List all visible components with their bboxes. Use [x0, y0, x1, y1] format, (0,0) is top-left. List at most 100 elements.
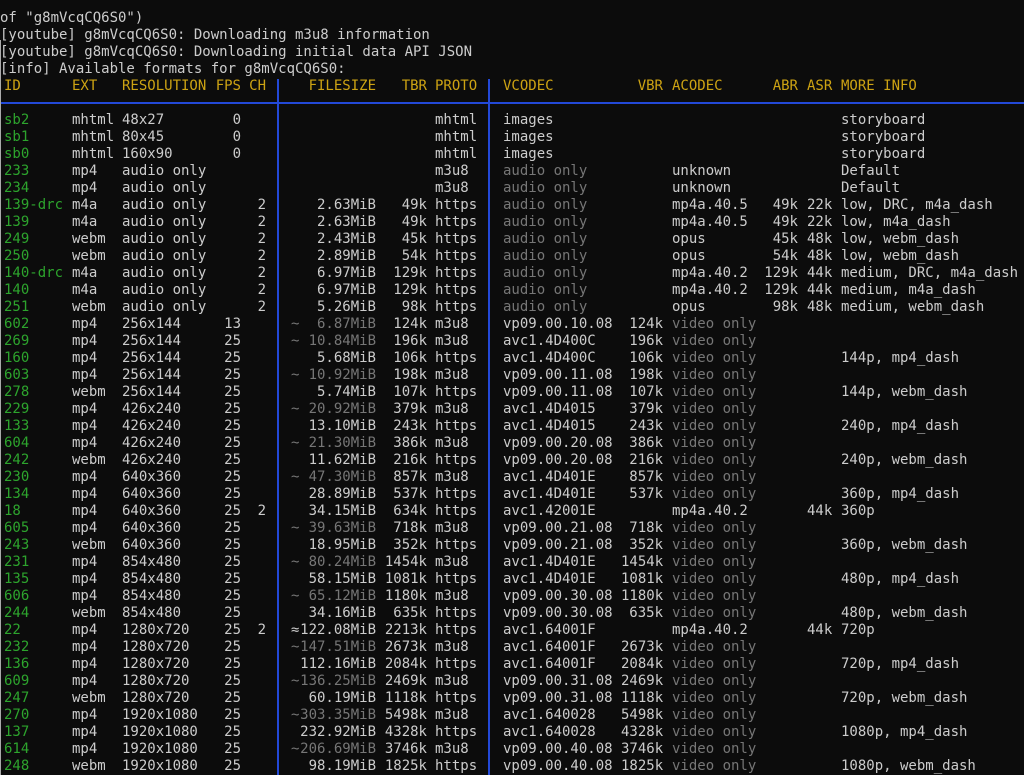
col-fps: 25 — [215, 418, 241, 435]
format-row: 606mp4854x4802565.12MiB~1180km3u8vp09.00… — [0, 588, 1024, 605]
col-id: 231 — [4, 554, 63, 571]
col-ext: webm — [72, 299, 114, 316]
col-more-info: medium, m4a_dash — [841, 282, 1023, 299]
format-row: 243webm640x3602518.95MiB352khttpsvp09.00… — [0, 537, 1024, 554]
format-table-header: IDEXTRESOLUTIONFPSCHFILESIZETBRPROTOVCOD… — [0, 78, 1024, 95]
terminal-log-line: of "g8mVcqCQ6S0") — [0, 10, 1024, 27]
col-id: 609 — [4, 673, 63, 690]
col-ch: 2 — [249, 248, 266, 265]
col-id: 160 — [4, 350, 63, 367]
col-more-info: 720p, mp4_dash — [841, 656, 1023, 673]
col-resolution: audio only — [122, 214, 207, 231]
col-vbr: 857k — [621, 469, 663, 486]
format-row: 614mp41920x108025206.69MiB~3746km3u8vp09… — [0, 741, 1024, 758]
col-id: 602 — [4, 316, 63, 333]
col-vcodec: avc1.4D4015 — [503, 418, 613, 435]
col-id: 18 — [4, 503, 63, 520]
col-filesize: FILESIZE — [291, 78, 376, 95]
col-acodec: video only — [672, 333, 757, 350]
col-id: 140 — [4, 282, 63, 299]
format-row: 248webm1920x10802598.19MiB1825khttpsvp09… — [0, 758, 1024, 775]
col-vcodec: avc1.4D401E — [503, 486, 613, 503]
col-proto: https — [435, 231, 478, 248]
col-resolution: 160x90 — [122, 146, 207, 163]
col-ext: mp4 — [72, 180, 114, 197]
col-vcodec: audio only — [503, 265, 613, 282]
col-acodec: video only — [672, 639, 757, 656]
col-tbr: 98k — [384, 299, 427, 316]
col-ext: mp4 — [72, 486, 114, 503]
col-fps: 13 — [215, 316, 241, 333]
col-resolution: audio only — [122, 299, 207, 316]
col-vbr: 1180k — [621, 588, 663, 605]
terminal-log-line: [youtube] g8mVcqCQ6S0: Downloading initi… — [0, 44, 1024, 61]
col-filesize-approx-prefix: ≈ — [291, 622, 376, 639]
col-id: 134 — [4, 486, 63, 503]
col-acodec: video only — [672, 554, 757, 571]
col-fps: 25 — [215, 639, 241, 656]
col-tbr: 107k — [384, 384, 427, 401]
col-fps: 25 — [215, 333, 241, 350]
col-resolution: audio only — [122, 248, 207, 265]
col-tbr: 857k — [384, 469, 427, 486]
col-abr: 49k — [764, 197, 798, 214]
col-vbr: 198k — [621, 367, 663, 384]
col-ext: mp4 — [72, 656, 114, 673]
col-proto: https — [435, 299, 478, 316]
col-id: 251 — [4, 299, 63, 316]
format-row: 134mp4640x3602528.89MiB537khttpsavc1.4D4… — [0, 486, 1024, 503]
col-resolution: 1280x720 — [122, 690, 207, 707]
col-resolution: 640x360 — [122, 520, 207, 537]
col-filesize: 5.68MiB — [291, 350, 376, 367]
col-vcodec: avc1.640028 — [503, 707, 613, 724]
col-vcodec: avc1.4D401E — [503, 571, 613, 588]
col-asr: 22k — [807, 214, 832, 231]
col-id: ID — [4, 78, 63, 95]
col-vbr: 718k — [621, 520, 663, 537]
col-proto: https — [435, 350, 478, 367]
col-vbr: 4328k — [621, 724, 663, 741]
col-vcodec: audio only — [503, 197, 613, 214]
col-proto: https — [435, 503, 478, 520]
col-vcodec: avc1.4D400C — [503, 350, 613, 367]
col-tbr: 243k — [384, 418, 427, 435]
col-resolution: 640x360 — [122, 503, 207, 520]
col-vcodec: vp09.00.11.08 — [503, 367, 613, 384]
col-acodec: video only — [672, 656, 757, 673]
col-tbr: 1118k — [384, 690, 427, 707]
col-resolution: 48x27 — [122, 112, 207, 129]
col-id: 139-drc — [4, 197, 63, 214]
col-proto: PROTO — [435, 78, 478, 95]
col-filesize-approx-prefix: ~ — [291, 520, 376, 537]
col-more-info: 240p, webm_dash — [841, 452, 1023, 469]
table-header-divider — [0, 102, 1024, 104]
col-fps: 0 — [215, 129, 241, 146]
col-filesize-approx-prefix: ~ — [291, 367, 376, 384]
col-vbr: 196k — [621, 333, 663, 350]
col-resolution: 256x144 — [122, 384, 207, 401]
col-more-info: 1080p, webm_dash — [841, 758, 1023, 775]
terminal-screen[interactable]: of "g8mVcqCQ6S0") [youtube] g8mVcqCQ6S0:… — [0, 0, 1024, 775]
format-row: 140-drcm4aaudio only26.97MiB129khttpsaud… — [0, 265, 1024, 282]
col-filesize-approx-prefix: ~ — [291, 316, 376, 333]
col-more-info: 1080p, mp4_dash — [841, 724, 1023, 741]
col-vcodec: vp09.00.31.08 — [503, 690, 613, 707]
col-ext: mp4 — [72, 401, 114, 418]
col-ext: EXT — [72, 78, 114, 95]
col-fps: 25 — [215, 520, 241, 537]
col-vcodec: vp09.00.21.08 — [503, 537, 613, 554]
col-tbr: 5498k — [384, 707, 427, 724]
col-vbr: VBR — [621, 78, 663, 95]
col-more-info: 720p, webm_dash — [841, 690, 1023, 707]
col-filesize: 112.16MiB — [291, 656, 376, 673]
col-vcodec: avc1.42001E — [503, 503, 613, 520]
col-asr: 22k — [807, 197, 832, 214]
col-vbr: 1825k — [621, 758, 663, 775]
col-proto: m3u8 — [435, 180, 478, 197]
col-id: 603 — [4, 367, 63, 384]
col-id: sb2 — [4, 112, 63, 129]
col-acodec: video only — [672, 435, 757, 452]
col-resolution: 426x240 — [122, 452, 207, 469]
column-divider — [488, 79, 490, 775]
col-ch: 2 — [249, 503, 266, 520]
